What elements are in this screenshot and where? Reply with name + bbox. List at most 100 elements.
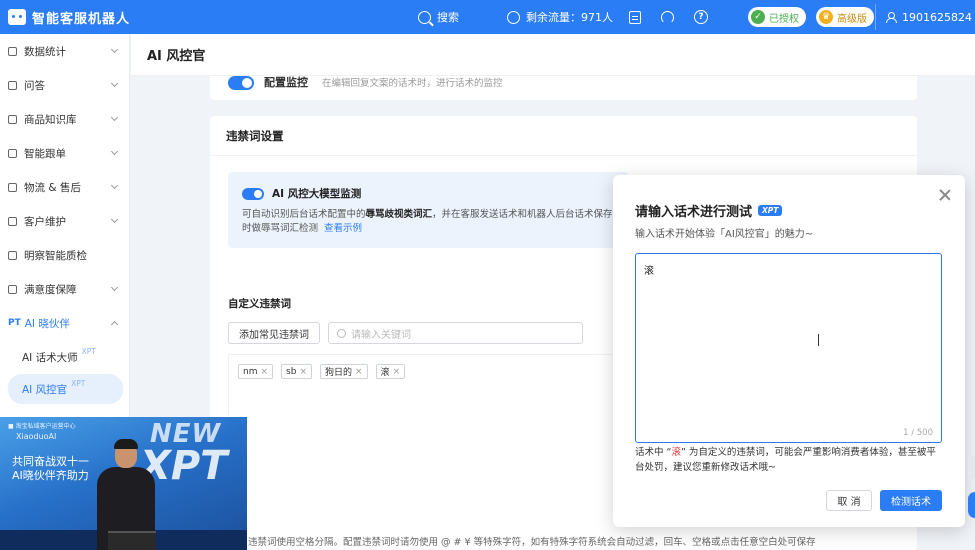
username: 1901625824 [902,10,972,24]
top-bar: 智能客服机器人 搜索 剩余流量：971人 ? ✓ 已授权 ♛ 高级版 19016… [0,0,975,34]
dialog-title: 请输入话术进行测试 XPT [635,201,783,220]
cancel-button[interactable]: 取 消 [826,490,872,511]
banned-words-hint: 违禁词使用空格分隔。配置违禁词时请勿使用 @ # ¥ 等特殊字符，如有特殊字符系… [248,537,816,548]
help-icon[interactable]: ? [694,10,708,24]
warning-keyword: 滚 [671,447,681,458]
ai-monitor-toggle[interactable] [242,187,264,200]
auth-badge-label: 已授权 [769,13,799,25]
headset-icon[interactable] [661,10,674,24]
keyword-placeholder: 请输入关键词 [351,329,411,341]
sidebar-item-label: 明察智能质检 [24,249,87,262]
robot-logo-icon [8,9,26,25]
xpt-badge: XPT [81,346,96,356]
people-icon [8,216,17,226]
tag-label: sb [286,366,297,377]
sidebar-item-qa[interactable]: 问答 [0,68,129,102]
sidebar-item-customer[interactable]: 客户维护 [0,204,129,238]
check-copy-button[interactable]: 检测话术 [880,490,942,511]
brand[interactable]: 智能客服机器人 [0,8,380,27]
sidebar-item-knowledge[interactable]: 商品知识库 [0,102,129,136]
floating-assistant-button[interactable] [968,492,975,518]
chart-icon [8,46,17,56]
truck-icon [8,182,17,192]
close-icon[interactable] [939,189,951,201]
chevron-down-icon [110,79,119,88]
sidebar-item-ai-risk-officer[interactable]: AI 风控官 XPT [8,374,123,404]
banned-tag[interactable]: sb × [281,364,312,379]
sidebar-item-stats[interactable]: 数据统计 [0,34,129,68]
box-icon [8,114,17,124]
sidebar-item-label: 物流 & 售后 [24,181,81,194]
dialog-subtitle: 输入话术开始体验「AI风控官」的魅力~ [635,229,814,240]
chevron-down-icon [110,181,119,190]
traffic-indicator[interactable]: 剩余流量：971人 [507,9,613,25]
test-copy-dialog: 请输入话术进行测试 XPT 输入话术开始体验「AI风控官」的魅力~ 滚 1 / … [613,175,965,527]
sidebar-item-satisfaction[interactable]: 满意度保障 [0,272,129,306]
config-monitor-toggle[interactable] [228,76,254,90]
chevron-down-icon [110,45,119,54]
search-button[interactable]: 搜索 [418,9,459,25]
search-label: 搜索 [437,11,459,24]
chevron-down-icon [110,215,119,224]
ai-monitor-desc: 可自动识别后台话术配置中的辱骂歧视类词汇，并在客服发送话术和机器人后台话术保存时… [242,208,614,236]
sidebar-item-followup[interactable]: 智能跟单 [0,136,129,170]
video-caption-small: ■ 淘宝私域客户运营中心 [8,423,76,430]
sidebar-item-label: 满意度保障 [24,283,77,296]
char-counter: 1 / 500 [903,428,933,438]
xpt-badge: XPT [758,205,783,216]
banned-tag[interactable]: 狗日的 × [319,364,368,379]
sidebar-item-label: AI 风控官 [22,383,68,396]
custom-banned-label: 自定义违禁词 [228,298,291,310]
sidebar-item-quality[interactable]: 明察智能质检 [0,238,129,272]
test-copy-textarea[interactable]: 滚 1 / 500 [635,253,942,443]
banned-words-title: 违禁词设置 [210,116,917,156]
presenter-hair [114,439,138,449]
banned-tag[interactable]: nm × [238,364,274,379]
xpt-logo-icon: PT [8,318,21,328]
keyword-search-input[interactable]: 请输入关键词 [328,322,583,344]
sidebar-item-label: 问答 [24,79,45,92]
ai-desc-bold: 辱骂歧视类词汇 [365,209,433,220]
view-example-link[interactable]: 查看示例 [324,223,362,234]
close-icon[interactable]: × [260,367,268,377]
sidebar-group-ai-partner[interactable]: PT AI 晓伙伴 [0,306,129,340]
presenter-video: ■ 淘宝私域客户运营中心 XiaoduoAI 共同奋战双十一 AI晓伙伴齐助力 … [0,417,247,550]
chat-icon [8,80,17,90]
close-icon[interactable]: × [299,367,307,377]
sidebar-item-label: 数据统计 [24,45,66,58]
crown-icon: ♛ [819,10,833,24]
eye-icon [8,250,17,260]
chevron-up-icon [110,320,119,329]
ai-monitor-box: AI 风控大模型监测 可自动识别后台话术配置中的辱骂歧视类词汇，并在客服发送话术… [228,172,628,248]
shield-icon [8,284,17,294]
config-monitor-card: 配置监控 在编辑回复文案的话术时，进行话术的监控 [210,76,917,100]
plan-badge[interactable]: ♛ 高级版 [816,7,874,27]
close-icon[interactable]: × [393,367,401,377]
tags-area[interactable] [228,354,628,414]
banned-tag[interactable]: 滚 × [375,364,406,379]
ai-desc-text: 可自动识别后台话术配置中的 [242,209,366,220]
tag-list: nm × sb × 狗日的 × 滚 × [238,364,406,379]
sidebar-item-label: 智能跟单 [24,147,66,160]
text-cursor-icon [818,334,825,346]
add-common-banned-button[interactable]: 添加常见违禁词 [228,322,320,344]
chevron-down-icon [110,147,119,156]
chevron-down-icon [110,283,119,292]
tag-label: 滚 [380,368,390,378]
user-menu[interactable]: 1901625824 [875,4,975,30]
xpt-badge: XPT [71,378,86,388]
config-monitor-desc: 在编辑回复文案的话术时，进行话术的监控 [322,78,503,89]
list-icon [8,148,17,158]
close-icon[interactable]: × [355,367,363,377]
textarea-value: 滚 [644,266,654,277]
sidebar-item-logistics[interactable]: 物流 & 售后 [0,170,129,204]
warning-text: 话术中 “ [635,447,672,458]
dialog-title-text: 请输入话术进行测试 [635,205,753,220]
sidebar-item-ai-copywriter[interactable]: AI 话术大师 XPT [8,342,123,372]
user-icon [886,11,897,23]
document-icon[interactable] [629,10,641,24]
auth-badge[interactable]: ✓ 已授权 [748,7,806,27]
video-brand: XiaoduoAI [16,432,57,441]
scrollbar[interactable] [968,456,975,478]
traffic-label: 剩余流量：971人 [526,11,613,24]
